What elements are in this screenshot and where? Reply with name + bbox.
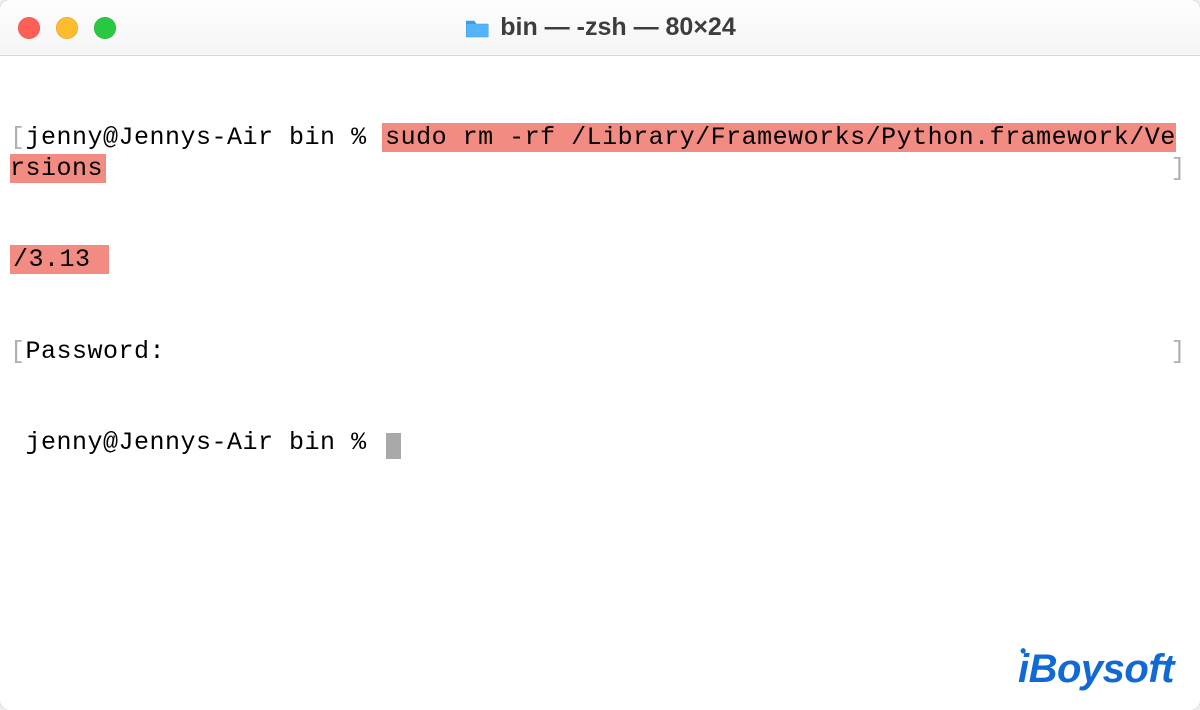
right-bracket-icon: ] [1170,337,1186,368]
folder-icon [464,17,490,39]
window-title-text: bin — -zsh — 80×24 [500,13,736,42]
right-bracket-icon: ] [1170,154,1186,185]
watermark-text: iBoysoft [1018,647,1174,691]
terminal-window: bin — -zsh — 80×24 [jenny@Jennys-Air bin… [0,0,1200,710]
prompt-text: jenny@Jennys-Air bin % [26,428,383,457]
password-prompt: Password: [26,337,166,366]
close-button[interactable] [18,17,40,39]
window-titlebar[interactable]: bin — -zsh — 80×24 [0,0,1200,56]
left-bracket-icon: [ [10,337,26,366]
maximize-button[interactable] [94,17,116,39]
watermark-logo: •iBoysoft [1018,647,1174,692]
terminal-line-1: [jenny@Jennys-Air bin % sudo rm -rf /Lib… [10,123,1190,184]
traffic-lights [18,17,116,39]
window-title: bin — -zsh — 80×24 [464,13,736,42]
terminal-line-4: jenny@Jennys-Air bin % [10,428,1190,459]
minimize-button[interactable] [56,17,78,39]
left-bracket-icon: [ [10,123,26,152]
terminal-line-3: [Password:] [10,337,1190,368]
highlighted-command-part2: /3.13 [10,245,109,274]
terminal-line-2: /3.13 [10,245,1190,276]
prompt-text: jenny@Jennys-Air bin % [26,123,383,152]
cursor-icon [386,433,401,459]
terminal-content[interactable]: [jenny@Jennys-Air bin % sudo rm -rf /Lib… [0,56,1200,530]
